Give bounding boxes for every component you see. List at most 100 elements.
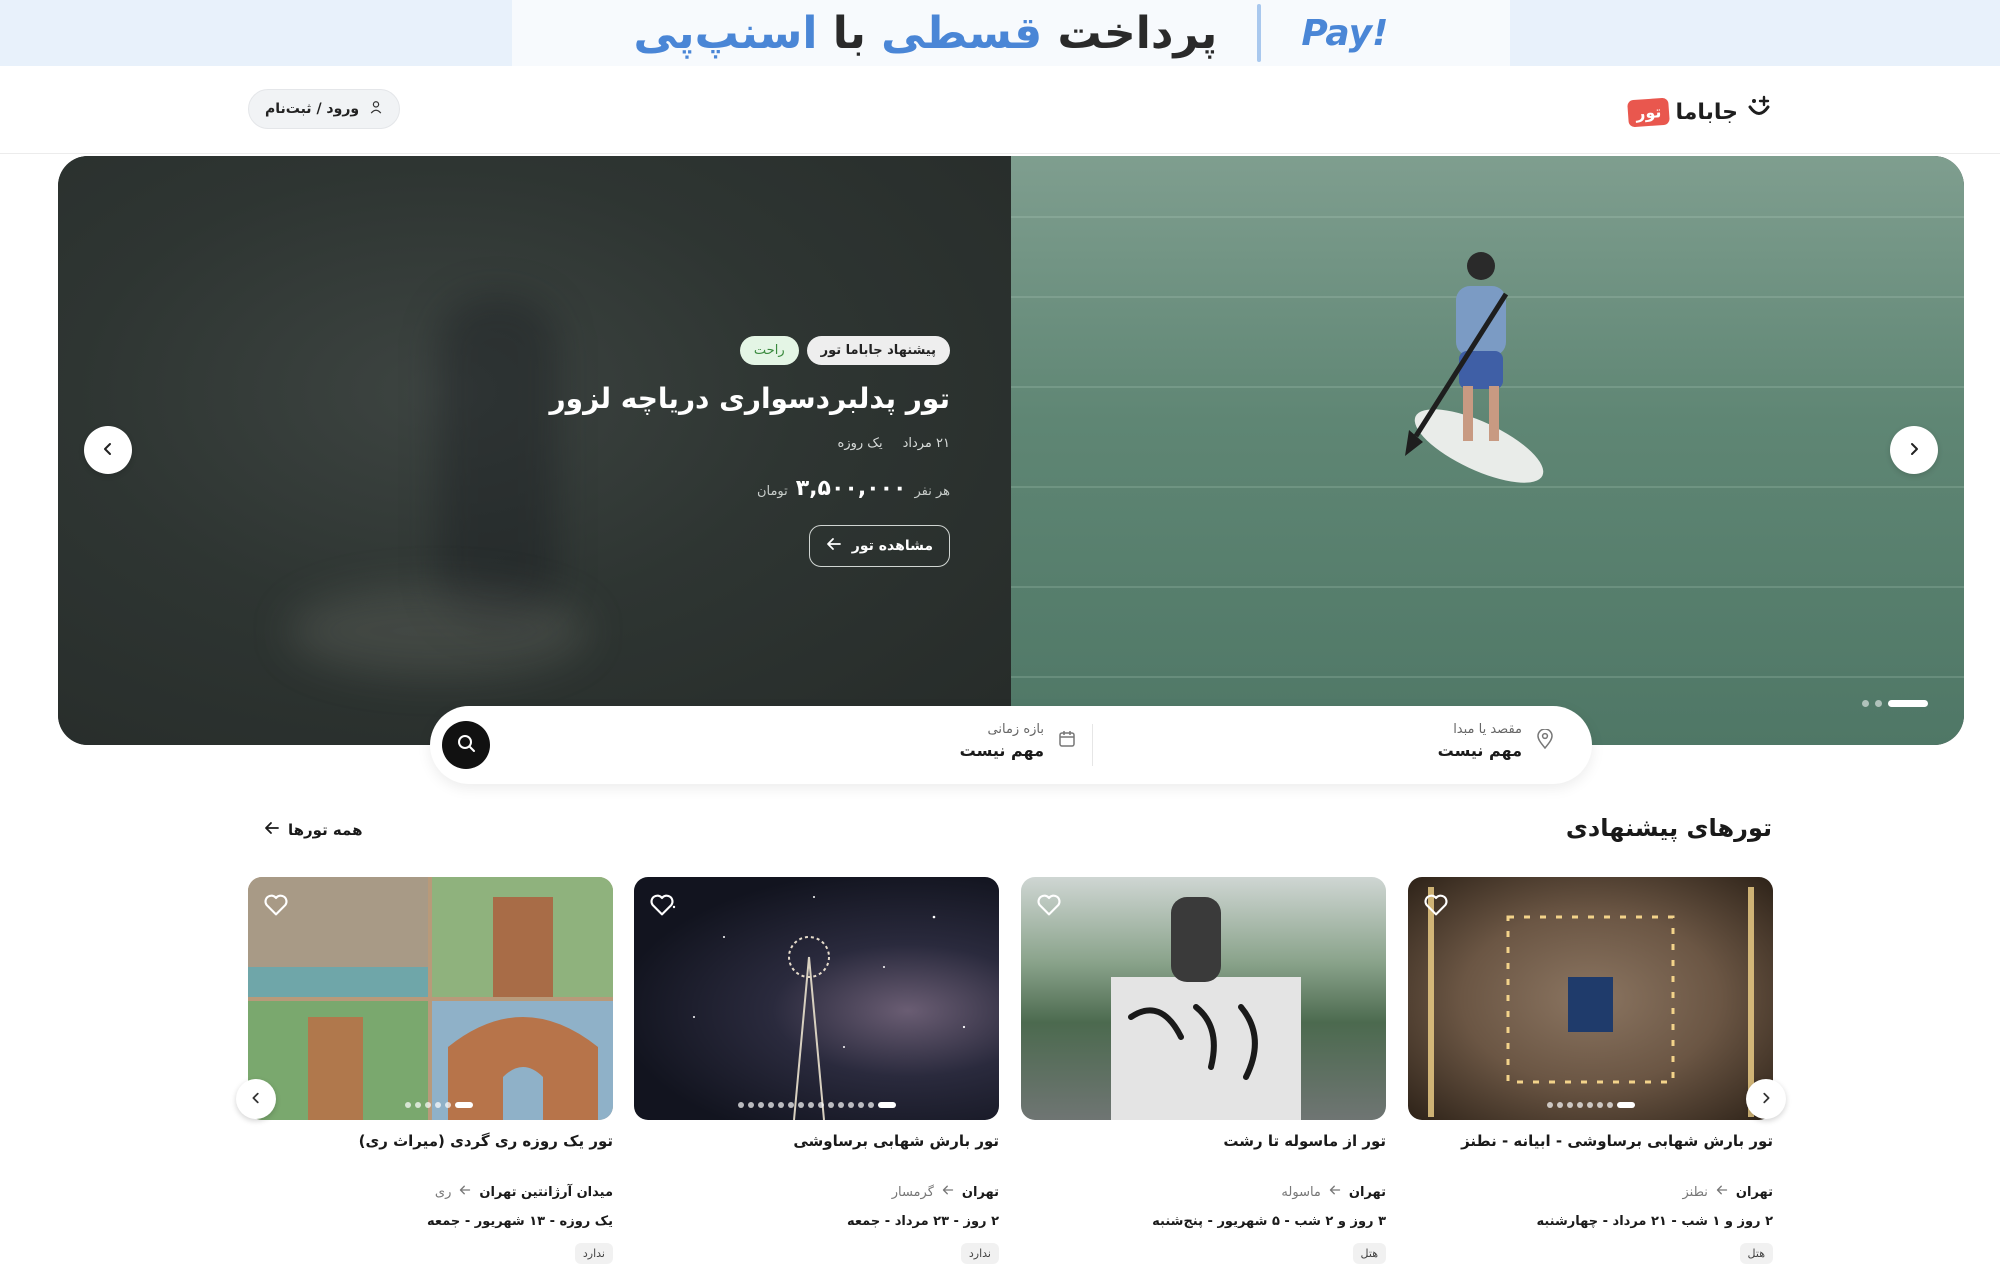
search-button[interactable]	[442, 721, 490, 769]
pagination-dot[interactable]	[1862, 700, 1869, 707]
promo-divider	[1257, 4, 1262, 62]
tour-route: تهران گرمسار	[634, 1184, 999, 1200]
image-dot[interactable]	[747, 1102, 754, 1108]
image-dot[interactable]	[857, 1102, 864, 1108]
promo-text-snapppay: اسنپ‌پی	[633, 7, 818, 59]
promo-banner-inner[interactable]: پرداخت قسطی با اسنپ‌پی Pay!	[512, 0, 1510, 66]
tour-route: تهران ماسوله	[1021, 1184, 1386, 1200]
destination-field[interactable]: مقصد یا مبدا مهم نیست	[1438, 722, 1554, 760]
arrow-left-icon	[1716, 1184, 1728, 1200]
favorite-heart-icon[interactable]	[1422, 891, 1450, 919]
promo-text-with: با	[832, 7, 866, 59]
site-logo[interactable]: جاباما تور	[1627, 94, 1774, 131]
image-dot-active[interactable]	[1616, 1102, 1635, 1108]
image-dot[interactable]	[1556, 1102, 1563, 1108]
route-to: ماسوله	[1281, 1184, 1321, 1200]
image-pagination[interactable]	[634, 1102, 999, 1108]
image-dot[interactable]	[757, 1102, 764, 1108]
tour-schedule: ۳ روز و ۲ شب - ۵ شهریور - پنج‌شنبه	[1152, 1214, 1386, 1229]
tour-card[interactable]: تور یک روزه ری گردی (میراث ری) میدان آرژ…	[248, 877, 613, 1264]
image-dot[interactable]	[415, 1102, 421, 1108]
accommodation-badge: ندارد	[960, 1243, 999, 1264]
paddleboarder-illustration	[1405, 252, 1544, 483]
tag-suggested: پیشنهاد جاباما تور	[806, 336, 950, 365]
image-dot[interactable]	[797, 1102, 804, 1108]
image-dot[interactable]	[867, 1102, 874, 1108]
chevron-right-icon	[1906, 438, 1922, 463]
image-dot[interactable]	[1586, 1102, 1593, 1108]
image-dot[interactable]	[435, 1102, 441, 1108]
login-button[interactable]: ورود / ثبت‌نام	[248, 89, 401, 129]
route-to: گرمسار	[891, 1184, 934, 1200]
image-dot[interactable]	[1546, 1102, 1553, 1108]
cards-prev-button[interactable]	[236, 1079, 276, 1119]
all-tours-link[interactable]: همه تورها	[264, 820, 362, 840]
image-dot[interactable]	[405, 1102, 411, 1108]
pagination-dot-active[interactable]	[1888, 700, 1928, 707]
view-tour-button[interactable]: مشاهده تور	[808, 525, 950, 567]
hero-blur-figure	[438, 296, 558, 626]
arrow-left-icon	[826, 536, 842, 556]
image-dot[interactable]	[767, 1102, 774, 1108]
tour-route: تهران نطنز	[1408, 1184, 1774, 1200]
destination-text: مقصد یا مبدا مهم نیست	[1438, 722, 1522, 760]
accommodation-badge: هتل	[1739, 1243, 1773, 1264]
favorite-heart-icon[interactable]	[1035, 891, 1063, 919]
tour-title[interactable]: تور از ماسوله تا رشت	[1021, 1132, 1386, 1150]
plaza-illustration	[1428, 887, 1754, 1117]
date-range-field[interactable]: بازه زمانی مهم نیست	[960, 722, 1076, 760]
image-dot[interactable]	[807, 1102, 814, 1108]
image-dot[interactable]	[1606, 1102, 1613, 1108]
favorite-heart-icon[interactable]	[262, 891, 290, 919]
tour-schedule: ۲ روز و ۱ شب - ۲۱ مرداد - چهارشنبه	[1536, 1214, 1773, 1229]
chevron-right-icon	[1759, 1089, 1773, 1110]
image-dot[interactable]	[777, 1102, 784, 1108]
hero-prev-button[interactable]	[84, 426, 132, 474]
image-dot-active[interactable]	[455, 1102, 473, 1108]
hero-image[interactable]	[1011, 156, 1964, 745]
destination-value: مهم نیست	[1437, 741, 1522, 760]
image-dot[interactable]	[1566, 1102, 1573, 1108]
tour-card[interactable]: تور بارش شهابی برساوشی - ابیانه - نطنز ت…	[1408, 877, 1773, 1264]
logo-text: جاباما	[1675, 100, 1738, 125]
image-dot[interactable]	[827, 1102, 834, 1108]
image-dot[interactable]	[1576, 1102, 1583, 1108]
image-pagination[interactable]	[1408, 1102, 1773, 1108]
image-dot[interactable]	[817, 1102, 824, 1108]
search-icon	[456, 733, 476, 757]
image-dot[interactable]	[787, 1102, 794, 1108]
tour-image[interactable]	[1021, 877, 1386, 1120]
price-amount: ۳,۵۰۰,۰۰۰	[795, 476, 907, 501]
image-dot[interactable]	[737, 1102, 744, 1108]
hero-duration: یک روزه	[837, 436, 883, 451]
ray-heritage-collage	[248, 877, 613, 1120]
favorite-heart-icon[interactable]	[648, 891, 676, 919]
image-pagination[interactable]	[248, 1102, 613, 1108]
tag-difficulty: راحت	[739, 336, 799, 365]
tour-title[interactable]: تور بارش شهابی برساوشی	[634, 1132, 999, 1150]
hero-carousel[interactable]: پیشنهاد جاباما تور راحت تور پدلبردسواری …	[58, 156, 1964, 745]
image-dot[interactable]	[1596, 1102, 1603, 1108]
image-dot-active[interactable]	[877, 1102, 896, 1108]
cards-next-button[interactable]	[1746, 1079, 1786, 1119]
tour-image[interactable]	[248, 877, 613, 1120]
arrow-left-icon	[1329, 1184, 1341, 1200]
tour-title[interactable]: تور یک روزه ری گردی (میراث ری)	[248, 1132, 613, 1150]
hero-pagination[interactable]	[1862, 700, 1928, 707]
image-dot[interactable]	[837, 1102, 844, 1108]
hero-next-button[interactable]	[1890, 426, 1938, 474]
hero-title: تور پدلبردسواری دریاچه لزور	[549, 382, 950, 415]
route-from: تهران	[961, 1184, 999, 1200]
image-dot[interactable]	[847, 1102, 854, 1108]
tour-image[interactable]	[1408, 877, 1773, 1120]
site-header: جاباما تور ورود / ثبت‌نام	[0, 66, 2000, 154]
promo-text-pay: پرداخت	[1057, 7, 1218, 59]
tour-card[interactable]: تور از ماسوله تا رشت تهران ماسوله ۳ روز …	[1021, 877, 1386, 1264]
tour-image[interactable]	[634, 877, 999, 1120]
pagination-dot[interactable]	[1875, 700, 1882, 707]
tour-title[interactable]: تور بارش شهابی برساوشی - ابیانه - نطنز	[1408, 1132, 1773, 1150]
promo-banner[interactable]: پرداخت قسطی با اسنپ‌پی Pay!	[0, 0, 2000, 66]
image-dot[interactable]	[425, 1102, 431, 1108]
image-dot[interactable]	[445, 1102, 451, 1108]
tour-card[interactable]: تور بارش شهابی برساوشی تهران گرمسار ۲ رو…	[634, 877, 999, 1264]
